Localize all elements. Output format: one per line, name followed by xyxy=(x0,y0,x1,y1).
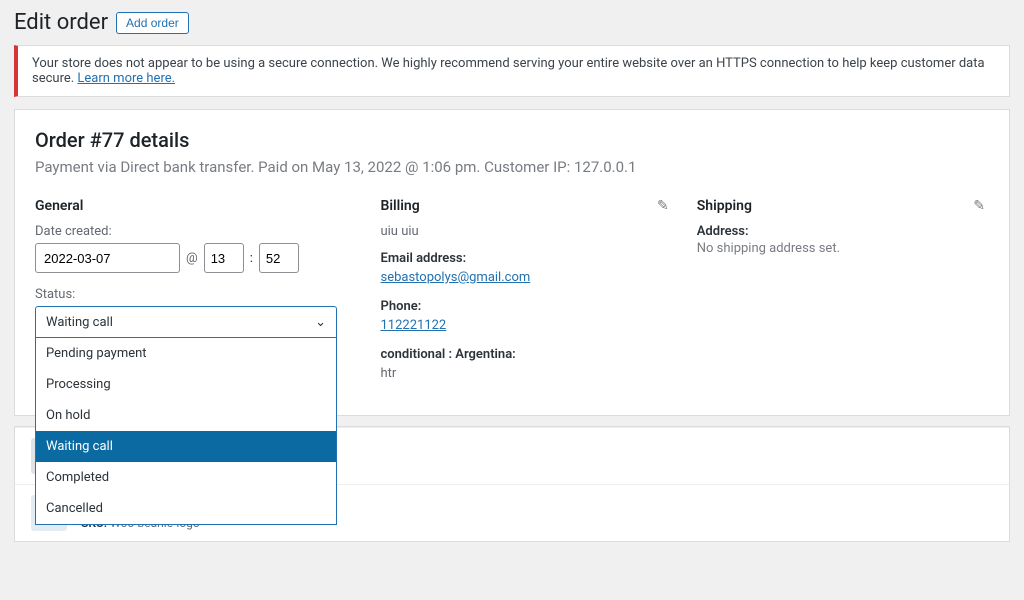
shipping-address-value: No shipping address set. xyxy=(697,241,989,256)
shipping-address-label: Address: xyxy=(697,224,989,239)
date-created-label: Date created: xyxy=(35,224,356,239)
add-order-button[interactable]: Add order xyxy=(116,12,189,34)
status-dropdown-list: Pending payment Processing On hold Waiti… xyxy=(35,338,337,525)
status-option-cancelled[interactable]: Cancelled xyxy=(36,493,336,524)
general-heading: General xyxy=(35,198,356,214)
order-title: Order #77 details xyxy=(35,128,989,152)
date-created-input[interactable] xyxy=(35,243,180,273)
status-option-completed[interactable]: Completed xyxy=(36,462,336,493)
page-title: Edit order xyxy=(14,10,108,35)
ssl-notice: Your store does not appear to be using a… xyxy=(14,45,1010,97)
pencil-icon[interactable]: ✎ xyxy=(657,198,669,214)
shipping-heading: Shipping xyxy=(697,198,989,214)
order-details-panel: Order #77 details Payment via Direct ban… xyxy=(14,109,1010,416)
billing-phone-label: Phone: xyxy=(380,299,672,314)
billing-heading: Billing xyxy=(380,198,672,214)
status-option-processing[interactable]: Processing xyxy=(36,369,336,400)
at-symbol: @ xyxy=(186,251,198,266)
billing-email-link[interactable]: sebastopolys@gmail.com xyxy=(380,270,530,285)
minute-input[interactable] xyxy=(259,243,299,273)
time-colon: : xyxy=(250,251,253,266)
notice-learn-more-link[interactable]: Learn more here. xyxy=(77,71,175,86)
status-option-onhold[interactable]: On hold xyxy=(36,400,336,431)
order-subtitle: Payment via Direct bank transfer. Paid o… xyxy=(35,158,989,176)
status-option-pending[interactable]: Pending payment xyxy=(36,338,336,369)
shipping-column: Shipping ✎ Address: No shipping address … xyxy=(697,198,989,395)
billing-phone-link[interactable]: 112221122 xyxy=(380,318,446,333)
billing-name: uiu uiu xyxy=(380,224,672,239)
status-option-waitingcall[interactable]: Waiting call xyxy=(36,431,336,462)
billing-conditional-value: htr xyxy=(380,366,672,381)
billing-email-label: Email address: xyxy=(380,251,672,266)
chevron-down-icon: ⌄ xyxy=(315,315,326,330)
general-column: General Date created: @ : Status: Waitin… xyxy=(35,198,356,395)
status-selected-value: Waiting call xyxy=(46,315,113,330)
billing-conditional-label: conditional : Argentina: xyxy=(380,347,672,362)
status-label: Status: xyxy=(35,287,356,302)
billing-column: Billing ✎ uiu uiu Email address: sebasto… xyxy=(380,198,672,395)
status-select[interactable]: Waiting call ⌄ xyxy=(35,306,337,338)
hour-input[interactable] xyxy=(204,243,244,273)
pencil-icon[interactable]: ✎ xyxy=(973,198,985,214)
